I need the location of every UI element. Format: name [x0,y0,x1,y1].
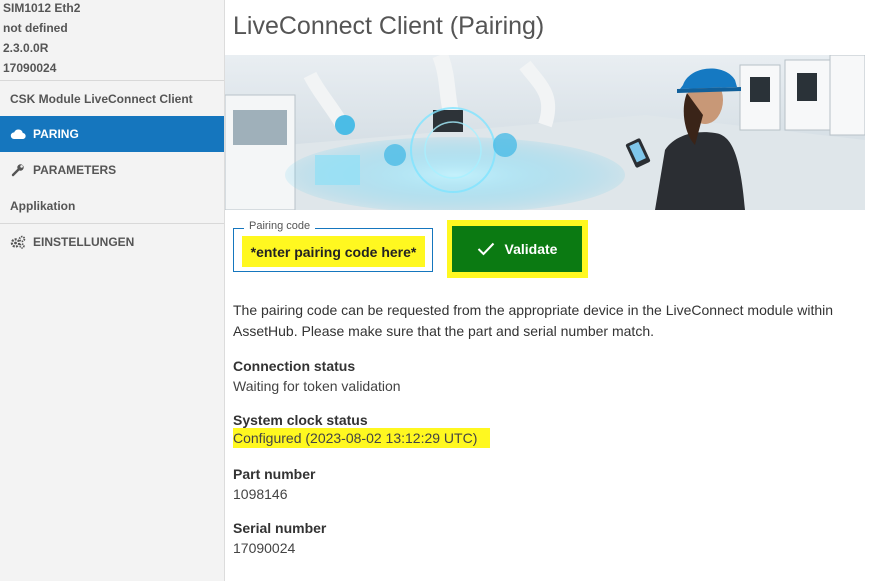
validate-label: Validate [504,241,558,257]
device-name: SIM1012 Eth2 [3,1,81,15]
main-content: LiveConnect Client (Pairing) Pairing cod… [225,0,874,581]
connection-status-label: Connection status [233,358,356,374]
sidebar-item-label: PARING [33,127,79,141]
sidebar-item-label: PARAMETERS [33,163,117,177]
sidebar-item-settings[interactable]: EINSTELLUNGEN [0,224,224,260]
cloud-icon [10,127,26,141]
clock-status-row: Configured (2023-08-02 13:12:29 UTC) [233,428,491,448]
device-serial: 17090024 [3,61,57,75]
pairing-code-input[interactable] [242,236,425,267]
check-icon [477,242,495,256]
pairing-description: The pairing code can be requested from t… [233,302,834,339]
clock-status-value: Configured (2023-08-02 13:12:29 UTC) [233,428,491,448]
module-heading: CSK Module LiveConnect Client [10,92,193,106]
device-location: not defined [3,21,68,35]
part-number-value: 1098146 [233,486,288,502]
connection-status-value: Waiting for token validation [233,378,401,394]
device-version: 2.3.0.0R [3,41,49,55]
sidebar-item-label: EINSTELLUNGEN [33,235,135,249]
banner-image [225,55,865,210]
sidebar: SIM1012 Eth2 not defined 2.3.0.0R 170900… [0,0,225,581]
sidebar-item-parameters[interactable]: PARAMETERS [0,152,224,188]
device-info: SIM1012 Eth2 not defined 2.3.0.0R 170900… [0,0,224,80]
validate-button[interactable]: Validate [452,226,582,272]
pairing-code-field: Pairing code [233,220,433,272]
gears-icon [10,235,26,249]
page-title: LiveConnect Client (Pairing) [233,12,545,40]
part-number-label: Part number [233,466,316,482]
serial-number-value: 17090024 [233,540,296,556]
sidebar-item-pairing[interactable]: PARING [0,116,224,152]
app-heading: Applikation [10,199,76,213]
validate-highlight: Validate [447,220,588,278]
serial-number-label: Serial number [233,520,327,536]
wrench-icon [10,163,26,177]
clock-status-label: System clock status [233,412,368,428]
pairing-code-label: Pairing code [244,220,316,232]
